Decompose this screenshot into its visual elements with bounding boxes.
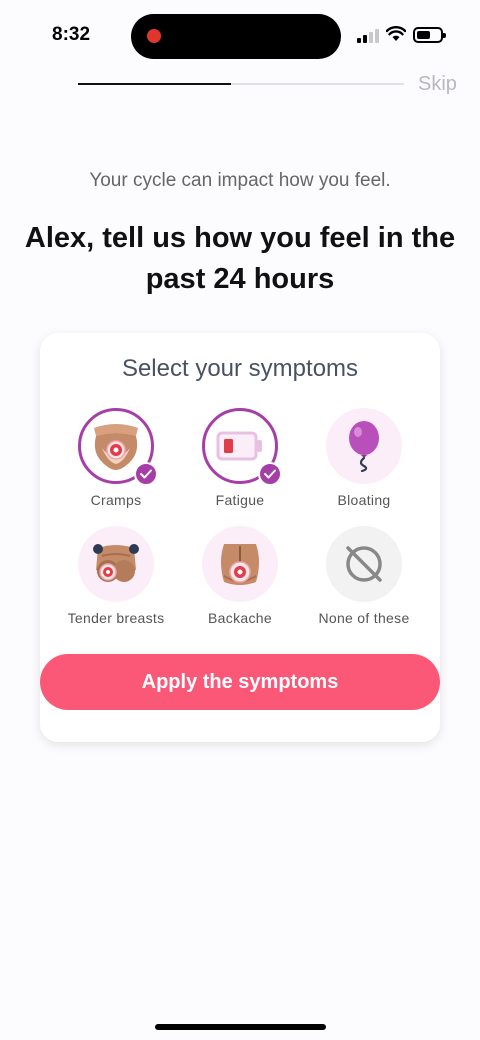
symptom-cramps[interactable]: Cramps: [54, 408, 178, 518]
progress-fill: [78, 83, 232, 85]
skip-button[interactable]: Skip: [418, 73, 457, 96]
apply-symptoms-button[interactable]: Apply the symptoms: [40, 654, 440, 710]
wifi-icon: [386, 26, 406, 41]
symptom-label: None of these: [318, 610, 410, 626]
home-indicator[interactable]: [155, 1024, 326, 1030]
status-bar: 8:32: [0, 0, 480, 72]
selected-check-icon: [258, 462, 282, 486]
card-title: Select your symptoms: [121, 355, 359, 382]
backache-icon: [202, 526, 278, 602]
symptom-fatigue[interactable]: Fatigue: [178, 408, 302, 518]
onboarding-progress-bar: [78, 83, 404, 85]
battery-icon: [413, 27, 446, 43]
symptom-label: Backache: [208, 610, 272, 626]
selected-check-icon: [134, 462, 158, 486]
none-icon: [326, 526, 402, 602]
balloon-icon: [326, 408, 402, 484]
tender-breasts-icon: [78, 526, 154, 602]
page-title: Alex, tell us how you feel in the past 2…: [24, 222, 456, 295]
symptom-none[interactable]: None of these: [302, 526, 426, 636]
symptom-label: Tender breasts: [67, 610, 165, 626]
dynamic-island: [131, 14, 341, 59]
status-time: 8:32: [52, 24, 91, 45]
cellular-signal-icon: [357, 29, 379, 43]
symptom-label: Bloating: [337, 492, 391, 508]
intro-subtitle: Your cycle can impact how you feel.: [89, 170, 391, 191]
symptom-tender-breasts[interactable]: Tender breasts: [54, 526, 178, 636]
symptoms-card: Select your symptoms Cramps Fatigue Bloa…: [40, 333, 440, 742]
symptom-label: Cramps: [90, 492, 142, 508]
symptom-bloating[interactable]: Bloating: [302, 408, 426, 518]
symptom-backache[interactable]: Backache: [178, 526, 302, 636]
recording-indicator-icon: [147, 29, 161, 43]
symptom-label: Fatigue: [215, 492, 265, 508]
